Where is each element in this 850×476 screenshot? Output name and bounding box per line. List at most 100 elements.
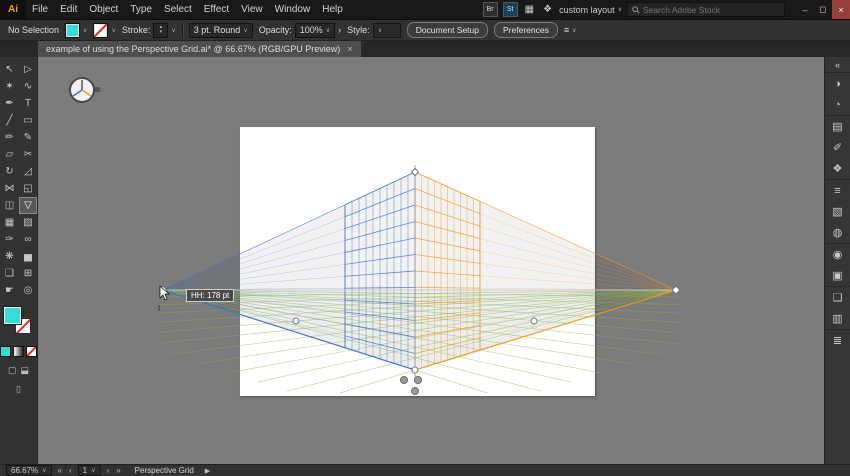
- artboard-tool[interactable]: ❏: [0, 265, 19, 282]
- column-graph-tool[interactable]: ▅: [19, 248, 37, 265]
- gradient-button[interactable]: [13, 346, 24, 357]
- tool-icon: ◱: [23, 183, 33, 194]
- menu-effect[interactable]: Effect: [198, 0, 235, 19]
- mesh-tool[interactable]: ▦: [0, 214, 19, 231]
- brushes-panel[interactable]: ✐: [825, 137, 850, 158]
- tool-icon: ↖: [5, 64, 14, 75]
- draw-behind-icon[interactable]: ⬓: [21, 365, 30, 376]
- selection-tool[interactable]: ↖: [0, 61, 19, 78]
- fill-indicator[interactable]: [3, 306, 22, 325]
- color-button[interactable]: [0, 346, 11, 357]
- menu-type[interactable]: Type: [124, 0, 158, 19]
- pen-tool[interactable]: ✒: [0, 95, 19, 112]
- shape-builder-tool[interactable]: ◫: [0, 197, 19, 214]
- free-transform-tool[interactable]: ◱: [19, 180, 37, 197]
- direct-selection-tool[interactable]: ▷: [19, 61, 37, 78]
- perspective-grid[interactable]: ↕: [38, 57, 824, 464]
- fill-swatch[interactable]: [65, 22, 81, 38]
- draw-normal-icon[interactable]: ▢: [8, 365, 17, 376]
- close-icon[interactable]: ×: [347, 44, 352, 54]
- more-options-icon[interactable]: ›: [338, 25, 341, 35]
- magic-wand-tool[interactable]: ✶: [0, 78, 19, 95]
- gradient-panel[interactable]: ▧: [825, 201, 850, 222]
- symbol-sprayer-tool[interactable]: ❋: [0, 248, 19, 265]
- app-logo[interactable]: Ai: [0, 0, 26, 19]
- workspace-switcher[interactable]: custom layout ∨: [559, 5, 622, 15]
- stroke-color-control[interactable]: ∨: [93, 22, 116, 38]
- tool-icon: ✎: [23, 132, 33, 143]
- align-control[interactable]: ≡ ∨: [564, 25, 577, 35]
- layers-panel[interactable]: ❏: [825, 286, 850, 308]
- artboard-navigation[interactable]: 1 ∨: [77, 465, 101, 476]
- document-tab[interactable]: example of using the Perspective Grid.ai…: [38, 41, 361, 57]
- bridge-button[interactable]: Br: [482, 2, 498, 17]
- slice-tool[interactable]: ⊞: [19, 265, 37, 282]
- last-artboard-button[interactable]: »: [115, 466, 121, 475]
- chevron-down-icon: ∨: [42, 468, 47, 474]
- color-panel[interactable]: ◑: [825, 73, 850, 94]
- pencil-tool[interactable]: ✎: [19, 129, 37, 146]
- search-input[interactable]: [643, 4, 780, 15]
- screen-mode-icon[interactable]: ▯: [16, 384, 21, 395]
- chevron-down-icon[interactable]: ∨: [171, 27, 175, 34]
- perspective-grid-tool[interactable]: ▽: [19, 197, 37, 214]
- brush-definition-dropdown[interactable]: 3 pt. Round ∨: [188, 22, 253, 38]
- menu-file[interactable]: File: [26, 0, 54, 19]
- menu-window[interactable]: Window: [269, 0, 317, 19]
- expand-panels-button[interactable]: «: [825, 57, 850, 73]
- zoom-tool[interactable]: ◎: [19, 282, 37, 299]
- appearance-panel[interactable]: ◉: [825, 243, 850, 265]
- opacity-dropdown[interactable]: 100% ∨: [294, 22, 336, 38]
- prev-artboard-button[interactable]: ‹: [68, 466, 73, 475]
- first-artboard-button[interactable]: «: [57, 466, 63, 475]
- scale-tool[interactable]: ◿: [19, 163, 37, 180]
- menu-help[interactable]: Help: [316, 0, 349, 19]
- width-tool[interactable]: ⋈: [0, 180, 19, 197]
- apps-icon[interactable]: ❖: [541, 4, 554, 15]
- lasso-tool[interactable]: ∿: [19, 78, 37, 95]
- libraries-panel[interactable]: ≣: [825, 329, 850, 351]
- rotate-tool[interactable]: ↻: [0, 163, 19, 180]
- transparency-panel[interactable]: ◍: [825, 222, 850, 243]
- color-guide-panel[interactable]: ◔: [825, 94, 850, 115]
- next-artboard-button[interactable]: ›: [106, 466, 111, 475]
- style-dropdown[interactable]: ∨: [372, 22, 401, 38]
- preferences-button[interactable]: Preferences: [494, 22, 558, 38]
- minimize-button[interactable]: –: [796, 0, 814, 19]
- blend-tool[interactable]: ∞: [19, 231, 37, 248]
- restore-button[interactable]: ◻: [814, 0, 832, 19]
- stroke-panel[interactable]: ≡: [825, 179, 850, 201]
- line-segment-tool[interactable]: ╱: [0, 112, 19, 129]
- zoom-control[interactable]: 66.67% ∨: [6, 465, 52, 476]
- menu-select[interactable]: Select: [158, 0, 198, 19]
- workspace-icon[interactable]: ▦: [523, 4, 536, 15]
- play-icon[interactable]: ▶: [205, 467, 210, 475]
- align-icon[interactable]: ≡: [564, 25, 569, 35]
- paintbrush-tool[interactable]: ✏: [0, 129, 19, 146]
- hand-tool[interactable]: ☛: [0, 282, 19, 299]
- gradient-tool[interactable]: ▨: [19, 214, 37, 231]
- menu-object[interactable]: Object: [83, 0, 124, 19]
- symbols-panel[interactable]: ❖: [825, 158, 850, 179]
- menu-view[interactable]: View: [235, 0, 269, 19]
- stepper-down-icon[interactable]: ▾: [160, 30, 163, 35]
- canvas-area[interactable]: ↕ HH: 178 pt: [38, 57, 824, 464]
- graphic-styles-panel[interactable]: ▣: [825, 265, 850, 286]
- none-button[interactable]: [26, 346, 37, 357]
- fill-control[interactable]: ∨: [65, 22, 87, 38]
- stock-button[interactable]: St: [502, 2, 518, 17]
- type-tool[interactable]: T: [19, 95, 37, 112]
- eraser-tool[interactable]: ▱: [0, 146, 19, 163]
- close-button[interactable]: ×: [832, 0, 850, 19]
- rectangle-tool[interactable]: ▭: [19, 112, 37, 129]
- stock-search[interactable]: [627, 2, 785, 17]
- menu-edit[interactable]: Edit: [54, 0, 83, 19]
- stroke-swatch[interactable]: [93, 22, 109, 38]
- document-setup-button[interactable]: Document Setup: [406, 22, 489, 38]
- artboards-panel[interactable]: ▥: [825, 308, 850, 329]
- style-label: Style:: [347, 25, 370, 35]
- scissors-tool[interactable]: ✂: [19, 146, 37, 163]
- swatches-panel[interactable]: ▤: [825, 115, 850, 137]
- stroke-weight-stepper[interactable]: ▴ ▾: [153, 22, 169, 38]
- eyedropper-tool[interactable]: ✑: [0, 231, 19, 248]
